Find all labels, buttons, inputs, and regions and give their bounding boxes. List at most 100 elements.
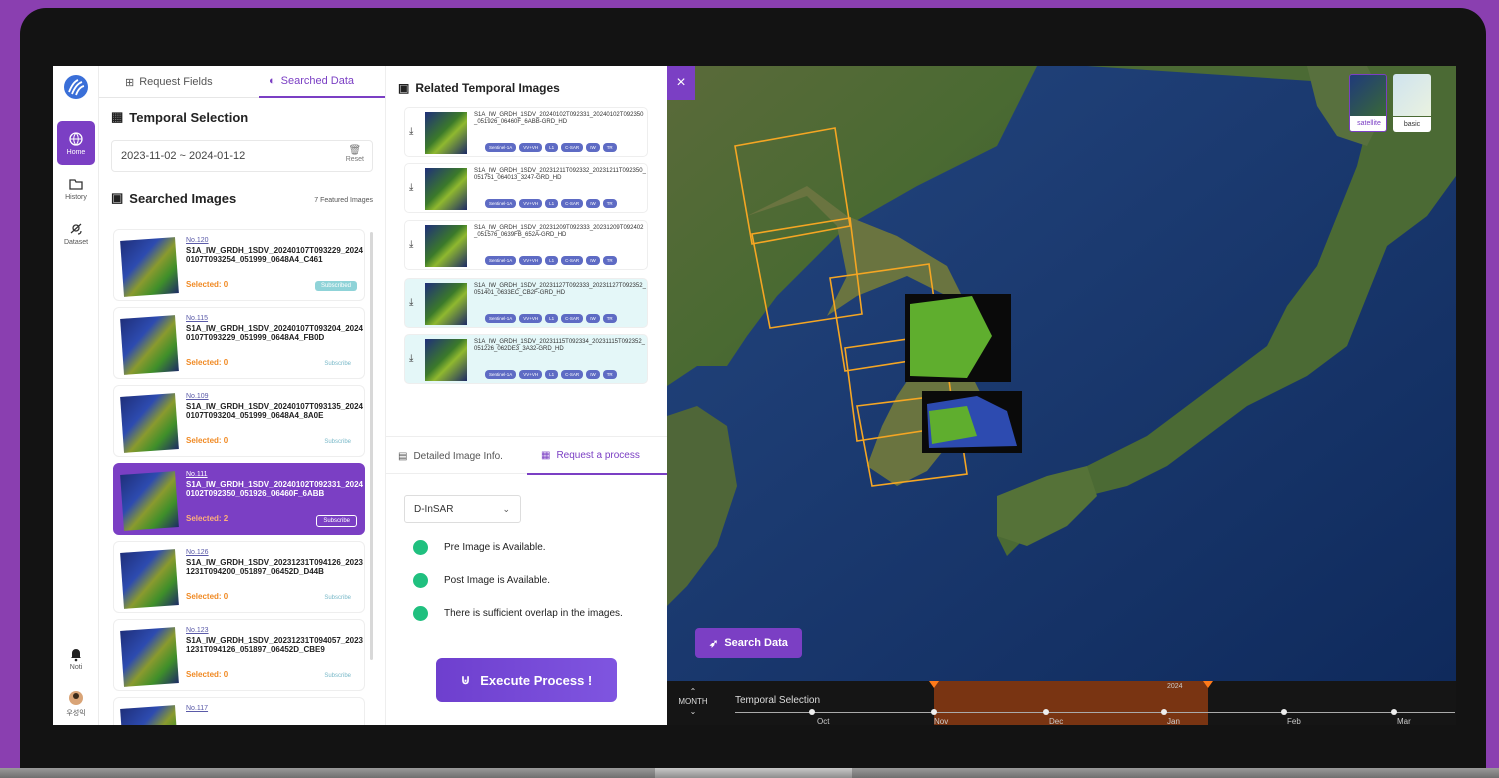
download-icon[interactable]: ⤓ (409, 182, 413, 193)
tag: IW (586, 314, 600, 323)
check-label: There is sufficient overlap in the image… (444, 608, 623, 619)
download-icon[interactable]: ⤓ (409, 297, 413, 308)
related-image-name: S1A_IW_GRDH_1SDV_20231127T092333_2023112… (474, 283, 646, 296)
list-scrollbar[interactable] (370, 232, 373, 660)
timeline-tick-dot (931, 709, 937, 715)
subscribe-button[interactable]: Subscribe (316, 515, 357, 527)
tab-request-process[interactable]: ▦ Request a process (527, 437, 667, 475)
image-number[interactable]: No.115 (186, 315, 208, 322)
tab-detailed-info[interactable]: ▤ Detailed Image Info. (398, 437, 503, 475)
layer-satellite-button[interactable]: satellite (1349, 74, 1387, 132)
bell-icon (71, 648, 81, 661)
laptop-notch (655, 768, 852, 778)
timeline-bar[interactable]: ⌃ MONTH ⌄ Temporal Selection 2024 Oct No… (667, 681, 1456, 725)
tag: L1 (545, 314, 559, 323)
download-icon[interactable]: ⤓ (409, 239, 413, 250)
image-number[interactable]: No.126 (186, 549, 209, 556)
section-title-text: Related Temporal Images (415, 81, 560, 95)
timeline-tick-label: Dec (1049, 717, 1064, 725)
layer-basic-button[interactable]: basic (1393, 74, 1431, 132)
process-type-select[interactable]: D-InSAR ⌄ (404, 495, 521, 523)
list-item[interactable]: No.126 S1A_IW_GRDH_1SDV_20231231T094126_… (113, 541, 365, 613)
subscribe-button[interactable]: Subscribe (318, 671, 357, 681)
related-item[interactable]: ⤓ S1A_IW_GRDH_1SDV_20231211T092332_20231… (404, 163, 648, 213)
subscribe-button[interactable]: Subscribed (314, 281, 357, 291)
sidebar-item-label: History (65, 193, 87, 201)
image-number[interactable]: No.117 (186, 705, 208, 712)
tab-label: Searched Data (280, 75, 355, 87)
sidebar-item-dataset[interactable]: Dataset (57, 211, 95, 255)
download-icon[interactable]: ⤓ (409, 126, 413, 137)
map-view[interactable]: × satellite basic ➶ Search Data (667, 66, 1456, 681)
layer-label: basic (1393, 117, 1431, 132)
sidebar-item-noti[interactable]: Noti (57, 636, 95, 680)
list-item-selected[interactable]: No.111 S1A_IW_GRDH_1SDV_20240102T092331_… (113, 463, 365, 535)
app-screen: Home History Dataset Noti 우성익 ⊞ Request … (53, 66, 1456, 725)
range-start-handle[interactable] (929, 681, 939, 688)
list-item[interactable]: No.115 S1A_IW_GRDH_1SDV_20240107T093204_… (113, 307, 365, 379)
execute-process-button[interactable]: ⊍ Execute Process ! (436, 658, 617, 702)
timeline-tick-label: Feb (1287, 717, 1301, 725)
search-panel: ⊞ Request Fields ◐ Searched Data ▦ Tempo… (99, 66, 385, 725)
sidebar-item-home[interactable]: Home (57, 121, 95, 165)
tag: Sentinel-1A (485, 314, 517, 323)
image-name: S1A_IW_GRDH_1SDV_20240107T093229_2024010… (186, 246, 364, 264)
related-item[interactable]: ⤓ S1A_IW_GRDH_1SDV_20231115T092334_20231… (404, 334, 648, 384)
image-number[interactable]: No.109 (186, 393, 209, 400)
selected-count: Selected: 0 (186, 358, 229, 367)
subscribe-button[interactable]: Subscribe (318, 437, 357, 447)
tab-request-fields[interactable]: ⊞ Request Fields (125, 66, 213, 98)
related-item[interactable]: ⤓ S1A_IW_GRDH_1SDV_20240102T092331_20240… (404, 107, 648, 157)
selected-count: Selected: 2 (186, 514, 229, 523)
chevron-down-icon[interactable]: ⌄ (675, 707, 711, 717)
list-item[interactable]: No.120 S1A_IW_GRDH_1SDV_20240107T093229_… (113, 229, 365, 301)
tag: VV+VH (519, 256, 543, 265)
tab-searched-data[interactable]: ◐ Searched Data (259, 66, 385, 98)
tag: TR (602, 256, 617, 265)
tag: C-SAR (561, 199, 584, 208)
tag: TR (602, 314, 617, 323)
satellite-map (667, 66, 1456, 681)
image-thumbnail (425, 225, 467, 267)
range-end-handle[interactable] (1203, 681, 1213, 688)
image-number[interactable]: No.111 (186, 471, 208, 478)
reset-button[interactable]: 🗑 Reset (346, 145, 364, 163)
related-item[interactable]: ⤓ S1A_IW_GRDH_1SDV_20231127T092333_20231… (404, 278, 648, 328)
process-icon: ⊍ (460, 672, 471, 687)
image-thumbnail (120, 549, 179, 609)
list-item[interactable]: No.117 (113, 697, 365, 725)
date-range-field[interactable]: 2023-11-02 ~ 2024-01-12 🗑 Reset (111, 140, 373, 172)
subscribe-button[interactable]: Subscribe (318, 359, 357, 369)
selected-count: Selected: 0 (186, 592, 229, 601)
tag: IW (586, 256, 600, 265)
sidebar-item-profile[interactable]: 우성익 (57, 682, 95, 725)
layer-label: satellite (1350, 116, 1386, 131)
searched-images-title: ▣ Searched Images (111, 190, 236, 206)
sidebar-item-history[interactable]: History (57, 166, 95, 210)
map-icon: ⊞ (125, 76, 135, 89)
tag: IW (586, 370, 600, 379)
tag-list: Sentinel-1A VV+VH L1 C-SAR IW TR (485, 256, 617, 265)
tag: VV+VH (519, 143, 543, 152)
tag: L1 (545, 370, 559, 379)
month-zoom-control[interactable]: ⌃ MONTH ⌄ (675, 687, 711, 717)
tag-list: Sentinel-1A VV+VH L1 C-SAR IW TR (485, 199, 617, 208)
image-number[interactable]: No.120 (186, 237, 209, 244)
check-overlap: There is sufficient overlap in the image… (413, 606, 623, 621)
list-item[interactable]: No.109 S1A_IW_GRDH_1SDV_20240107T093135_… (113, 385, 365, 457)
image-thumbnail (425, 339, 467, 381)
tag-list: Sentinel-1A VV+VH L1 C-SAR IW TR (485, 143, 617, 152)
list-item[interactable]: No.123 S1A_IW_GRDH_1SDV_20231231T094057_… (113, 619, 365, 691)
related-item[interactable]: ⤓ S1A_IW_GRDH_1SDV_20231209T092333_20231… (404, 220, 648, 270)
subscribe-button[interactable]: Subscribe (318, 593, 357, 603)
close-panel-button[interactable]: × (667, 66, 695, 100)
tab-label: Request a process (556, 449, 640, 461)
image-name: S1A_IW_GRDH_1SDV_20240107T093204_2024010… (186, 324, 364, 342)
chevron-up-icon[interactable]: ⌃ (675, 687, 711, 697)
image-number[interactable]: No.123 (186, 627, 209, 634)
tag: C-SAR (561, 370, 584, 379)
download-icon[interactable]: ⤓ (409, 353, 413, 364)
document-icon: ▤ (398, 450, 408, 462)
search-data-button[interactable]: ➶ Search Data (695, 628, 802, 658)
image-thumbnail (120, 705, 179, 725)
